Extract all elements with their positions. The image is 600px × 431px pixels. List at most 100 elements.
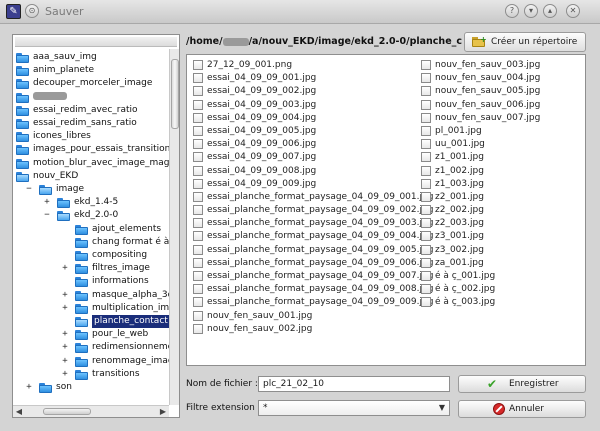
tree-item[interactable]: + multiplication_imag bbox=[13, 302, 169, 315]
collapse-icon[interactable]: − bbox=[25, 183, 33, 196]
tree-item[interactable]: + redimensionnemen bbox=[13, 341, 169, 354]
chevron-down-icon: ▼ bbox=[438, 403, 445, 412]
tree-item[interactable]: −nouv_EKD bbox=[13, 170, 169, 183]
file-icon bbox=[193, 125, 203, 136]
file-icon bbox=[421, 112, 431, 123]
tree-item[interactable]: + son bbox=[13, 381, 169, 394]
tree-item[interactable]: + ekd_1.4-5 bbox=[13, 196, 169, 209]
file-name: nouv_fen_sauv_003.jpg bbox=[435, 60, 541, 70]
expand-icon[interactable]: + bbox=[43, 196, 51, 209]
tree-item-label: decouper_morceler_image bbox=[33, 78, 153, 89]
filename-input[interactable]: plc_21_02_10 bbox=[258, 376, 450, 392]
file-name: nouv_fen_sauv_006.jpg bbox=[435, 99, 541, 110]
tree-item[interactable]: chang format é à g bbox=[13, 236, 169, 249]
folder-icon bbox=[16, 105, 29, 116]
tree-item[interactable]: compositing bbox=[13, 249, 169, 262]
tree-item[interactable]: ajout_elements bbox=[13, 223, 169, 236]
folder-icon bbox=[75, 317, 88, 327]
file-icon bbox=[421, 244, 431, 255]
file-icon bbox=[193, 257, 203, 268]
tree-item[interactable]: planche_contact bbox=[13, 315, 169, 328]
directory-tree[interactable]: aaa_sauv_img anim_planete decouper_morcele… bbox=[13, 49, 169, 405]
tree-item-label: transitions bbox=[92, 368, 140, 379]
tree-item[interactable]: + pour_le_web bbox=[13, 328, 169, 341]
maximize-button[interactable]: ▴ bbox=[543, 4, 557, 18]
file-name: essai_planche_format_paysage_04_09_09_00… bbox=[207, 284, 434, 295]
minimize-button[interactable]: ▾ bbox=[524, 4, 538, 18]
folder-icon bbox=[16, 158, 29, 169]
tree-item-label bbox=[33, 91, 67, 104]
tree-item[interactable]: icones_libres bbox=[13, 130, 169, 143]
file-name: essai_04_09_09_006.jpg bbox=[207, 139, 317, 150]
scroll-thumb[interactable] bbox=[43, 408, 91, 415]
expand-icon[interactable]: + bbox=[61, 341, 69, 354]
file-icon bbox=[421, 191, 431, 202]
expand-icon[interactable]: + bbox=[61, 355, 69, 368]
tree-item[interactable]: + renommage_image bbox=[13, 355, 169, 368]
expand-icon[interactable]: + bbox=[61, 262, 69, 275]
scroll-right-icon[interactable]: ▶ bbox=[157, 406, 169, 417]
help-button[interactable]: ? bbox=[505, 4, 519, 18]
expand-icon[interactable]: + bbox=[61, 289, 69, 302]
tree-item[interactable]: anim_planete bbox=[13, 64, 169, 77]
folder-icon bbox=[75, 343, 88, 354]
file-icon bbox=[193, 231, 203, 242]
file-name: nouv_fen_sauv_007.jpg bbox=[435, 112, 541, 123]
tree-item[interactable]: − ekd_2.0-0 bbox=[13, 209, 169, 222]
tree-item[interactable]: images_pour_essais_transitions bbox=[13, 143, 169, 156]
file-list[interactable]: 27_12_09_001.png essai_04_09_09_001.jpg es… bbox=[186, 54, 586, 366]
expand-icon[interactable]: + bbox=[61, 368, 69, 381]
tree-item[interactable]: − image bbox=[13, 183, 169, 196]
tree-item[interactable]: decouper_morceler_image bbox=[13, 77, 169, 90]
cancel-button[interactable]: Annuler bbox=[458, 400, 586, 418]
expand-icon[interactable]: + bbox=[25, 381, 33, 394]
tree-item-label: planche_contact bbox=[92, 315, 169, 328]
file-name: uu_001.jpg bbox=[435, 139, 485, 150]
file-icon bbox=[193, 244, 203, 255]
expand-icon[interactable]: + bbox=[61, 328, 69, 341]
scroll-left-icon[interactable]: ◀ bbox=[13, 406, 25, 417]
tree-item[interactable]: essai_redim_avec_ratio bbox=[13, 104, 169, 117]
folder-icon bbox=[75, 356, 88, 367]
redacted-username bbox=[222, 37, 249, 46]
file-icon bbox=[421, 257, 431, 268]
check-icon: ✔ bbox=[487, 377, 498, 391]
tree-item-label: aaa_sauv_img bbox=[33, 52, 97, 62]
save-button[interactable]: ✔ Enregistrer bbox=[458, 375, 586, 393]
tree-item-label: informations bbox=[92, 276, 149, 287]
file-icon bbox=[193, 205, 203, 216]
tree-item[interactable]: + masque_alpha_3d bbox=[13, 289, 169, 302]
tree-item[interactable]: informations bbox=[13, 275, 169, 288]
tree-vertical-scrollbar[interactable] bbox=[169, 49, 179, 405]
file-icon bbox=[421, 165, 431, 176]
file-name: essai_planche_format_paysage_04_09_09_00… bbox=[207, 244, 434, 255]
cancel-label: Annuler bbox=[509, 404, 545, 414]
file-icon bbox=[193, 99, 203, 110]
file-name: é à ç_002.jpg bbox=[435, 284, 496, 295]
tree-item-label: essai_redim_sans_ratio bbox=[33, 118, 137, 128]
tree-item-label: image bbox=[56, 184, 85, 194]
window-menu-button[interactable]: ⊙ bbox=[25, 4, 39, 18]
path-prefix: /home/ bbox=[186, 36, 223, 47]
scroll-thumb[interactable] bbox=[171, 59, 179, 129]
file-icon bbox=[421, 205, 431, 216]
tree-horizontal-scrollbar[interactable]: ◀ ▶ bbox=[13, 405, 169, 417]
tree-item-label: nouv_EKD bbox=[33, 170, 79, 181]
path-suffix: /a/nouv_EKD/image/ekd_2.0-0/planche_cont… bbox=[248, 36, 462, 47]
title-bar: ✎ ⊙ Sauver ? ▾ ▴ ✕ bbox=[0, 0, 600, 24]
new-directory-button[interactable]: + Créer un répertoire bbox=[464, 32, 586, 52]
extension-filter-select[interactable]: * ▼ bbox=[258, 400, 450, 416]
tree-item[interactable]: essai_redim_sans_ratio bbox=[13, 117, 169, 130]
collapse-icon[interactable]: − bbox=[43, 209, 51, 222]
tree-item[interactable]: + filtres_image bbox=[13, 262, 169, 275]
file-name: nouv_fen_sauv_005.jpg bbox=[435, 86, 541, 97]
close-button[interactable]: ✕ bbox=[566, 4, 580, 18]
new-directory-label: Créer un répertoire bbox=[491, 37, 578, 47]
tree-item[interactable] bbox=[13, 91, 169, 104]
file-name: essai_04_09_09_009.jpg bbox=[207, 178, 317, 189]
expand-icon[interactable]: + bbox=[61, 302, 69, 315]
tree-item[interactable]: motion_blur_avec_image_magic bbox=[13, 157, 169, 170]
tree-item[interactable]: + transitions bbox=[13, 368, 169, 381]
file-name: z1_003.jpg bbox=[435, 178, 484, 189]
tree-item[interactable]: aaa_sauv_img bbox=[13, 51, 169, 64]
